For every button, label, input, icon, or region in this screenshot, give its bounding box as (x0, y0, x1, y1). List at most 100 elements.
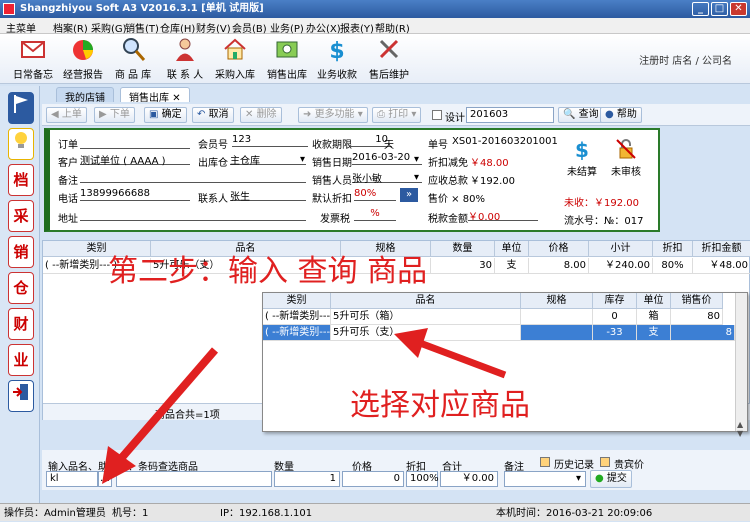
pay-term-unit: 天 (384, 140, 394, 151)
toolbar-sales-out-button[interactable]: 销售出库 (260, 36, 314, 81)
chevron-down-icon[interactable]: ▾ (414, 154, 419, 165)
toolbar-service-button[interactable]: 售后维护 (362, 36, 416, 81)
popup-row[interactable]: ( --新增类别--- 5升可乐（箱） 0 箱 80 (263, 309, 723, 325)
chevron-down-icon[interactable]: ▾ (300, 154, 305, 165)
toolbar-label: 联 系 人 (166, 70, 204, 81)
more-functions-button[interactable]: ➜ 更多功能 ▾ (298, 107, 368, 123)
toolbar-collection-button[interactable]: $ 业务收款 (310, 36, 364, 81)
grid-cell-discount[interactable]: 80% (653, 258, 693, 274)
prev-doc-button[interactable]: ◀ 上单 (46, 107, 87, 123)
grid-cell-discount-amount[interactable]: ￥48.00 (693, 258, 750, 274)
invoice-tax-field[interactable]: % (354, 208, 396, 221)
cancel-button[interactable]: ↶ 取消 (192, 107, 234, 123)
member-no-field[interactable]: 123 (232, 134, 308, 147)
address-field[interactable] (80, 208, 306, 221)
title-bar: Shangzhiyou Soft A3 V2016.3.1 [单机 试用版] (0, 0, 750, 18)
button-label: 提交 (606, 473, 627, 484)
arrow-right-icon: ▶ (99, 109, 110, 120)
apply-discount-button[interactable]: » (400, 188, 418, 202)
search-picker-button[interactable]: … (98, 471, 112, 487)
sale-date-field[interactable]: 2016-03-20 (352, 152, 422, 165)
menu-office[interactable]: 办公(X) (306, 20, 341, 35)
sidebar-sales-button[interactable]: 销 (8, 236, 34, 268)
sidebar-warehouse-button[interactable]: 仓 (8, 272, 34, 304)
menu-purchase[interactable]: 采购(G) (91, 20, 127, 35)
menu-sales[interactable]: 销售(T) (125, 20, 159, 35)
product-search-input[interactable]: kl (46, 471, 98, 487)
chevron-down-icon[interactable]: ▾ (576, 473, 581, 484)
price-input[interactable]: 0 (342, 471, 404, 487)
note-select[interactable] (504, 471, 586, 487)
delete-button[interactable]: ✕ 删除 (240, 107, 282, 123)
toolbar-report-button[interactable]: 经营报告 (56, 36, 110, 81)
menu-finance[interactable]: 财务(V) (196, 20, 231, 35)
vip-price-checkbox[interactable] (600, 457, 610, 467)
button-label: 帮助 (616, 109, 637, 120)
sidebar-exit-button[interactable] (8, 380, 34, 412)
toolbar-product-button[interactable]: 商 品 库 (106, 36, 160, 81)
note-field[interactable] (80, 170, 306, 183)
confirm-button[interactable]: ▣ 确定 (144, 107, 187, 123)
sidebar-finance-button[interactable]: 财 (8, 308, 34, 340)
customer-label: 客户 (58, 158, 78, 169)
toolbar-purchase-in-button[interactable]: 采购入库 (208, 36, 262, 81)
tab-my-store[interactable]: 我的店铺 (56, 87, 114, 104)
chevron-down-icon[interactable]: ▾ (414, 172, 419, 183)
menu-report[interactable]: 报表(Y) (340, 20, 374, 35)
menu-business[interactable]: 业务(P) (270, 20, 304, 35)
customer-field[interactable]: 测试单位 ( AAAA ) (80, 152, 190, 167)
sidebar-idea-button[interactable] (8, 128, 34, 160)
next-doc-button[interactable]: ▶ 下单 (94, 107, 135, 123)
discount-input[interactable]: 100% (406, 471, 439, 487)
query-button[interactable]: 🔍 查询 (558, 107, 604, 123)
menu-help[interactable]: 帮助(R) (375, 20, 410, 35)
menu-warehouse[interactable]: 仓库(H) (160, 20, 195, 35)
maximize-button[interactable]: □ (711, 2, 728, 16)
phone-label: 电话 (58, 194, 78, 205)
sidebar: 档 采 销 仓 财 业 (0, 86, 40, 506)
sidebar-purchase-button[interactable]: 采 (8, 200, 34, 232)
phone-field[interactable]: 13899966688 (80, 188, 190, 201)
minimize-button[interactable]: _ (692, 2, 709, 16)
order-label: 订单 (58, 140, 78, 151)
default-discount-field[interactable]: 80% (354, 188, 396, 201)
grid-cell-price[interactable]: 8.00 (529, 258, 589, 274)
sidebar-flag-button[interactable] (8, 92, 34, 124)
grid-cell-qty[interactable]: 30 (431, 258, 495, 274)
close-icon[interactable]: ✕ (172, 93, 180, 104)
menu-main[interactable]: 主菜单 (6, 20, 36, 35)
sidebar-business-button[interactable]: 业 (8, 344, 34, 376)
close-window-button[interactable]: ✕ (730, 2, 747, 16)
grid-cell-subtotal[interactable]: ￥240.00 (589, 258, 653, 274)
arrow-left-icon: ◀ (51, 109, 62, 120)
menu-bar: 主菜单 档案(R) 采购(G) 销售(T) 仓库(H) 财务(V) 会员(B) … (0, 18, 750, 35)
toolbar-contact-button[interactable]: 联 系 人 (158, 36, 212, 81)
grid-cell-unit[interactable]: 支 (495, 258, 529, 274)
vip-price-label: 贵宾价 (614, 460, 644, 471)
grid-scroll-marker[interactable]: ▲ ▼ (737, 420, 749, 444)
tab-sales-out[interactable]: 销售出库 ✕ (120, 87, 190, 104)
dollar-icon: $ (329, 39, 344, 62)
salesman-select[interactable]: 张小敏 (352, 170, 422, 185)
menu-member[interactable]: 会员(B) (232, 20, 267, 35)
doc-number-input[interactable]: 201603 (466, 107, 554, 123)
discount-label: 折扣减免 (428, 158, 468, 169)
toolbar-memo-button[interactable]: 日常备忘 (6, 36, 60, 81)
help-button[interactable]: ● 帮助 (600, 107, 642, 123)
unchecked-button[interactable]: 未审核 (606, 138, 646, 178)
history-checkbox[interactable] (540, 457, 550, 467)
popup-row-selected[interactable]: ( --新增类别--- 5升可乐（支） -33 支 8 (263, 325, 735, 341)
sidebar-archive-button[interactable]: 档 (8, 164, 34, 196)
order-field[interactable] (80, 136, 190, 149)
popup-scrollbar[interactable] (735, 293, 747, 431)
contact-field[interactable]: 张生 (230, 188, 306, 203)
svg-text:$: $ (575, 138, 589, 160)
popup-cell-stock: 0 (593, 309, 637, 325)
unsettled-button[interactable]: $ 未结算 (562, 138, 602, 178)
submit-button[interactable]: ● 提交 (590, 470, 632, 488)
design-checkbox[interactable] (432, 110, 442, 120)
warehouse-select[interactable]: 主仓库 (230, 152, 306, 167)
qty-input[interactable]: 1 (274, 471, 340, 487)
print-button[interactable]: ⎙ 打印 ▾ (372, 107, 422, 123)
menu-archive[interactable]: 档案(R) (53, 20, 88, 35)
